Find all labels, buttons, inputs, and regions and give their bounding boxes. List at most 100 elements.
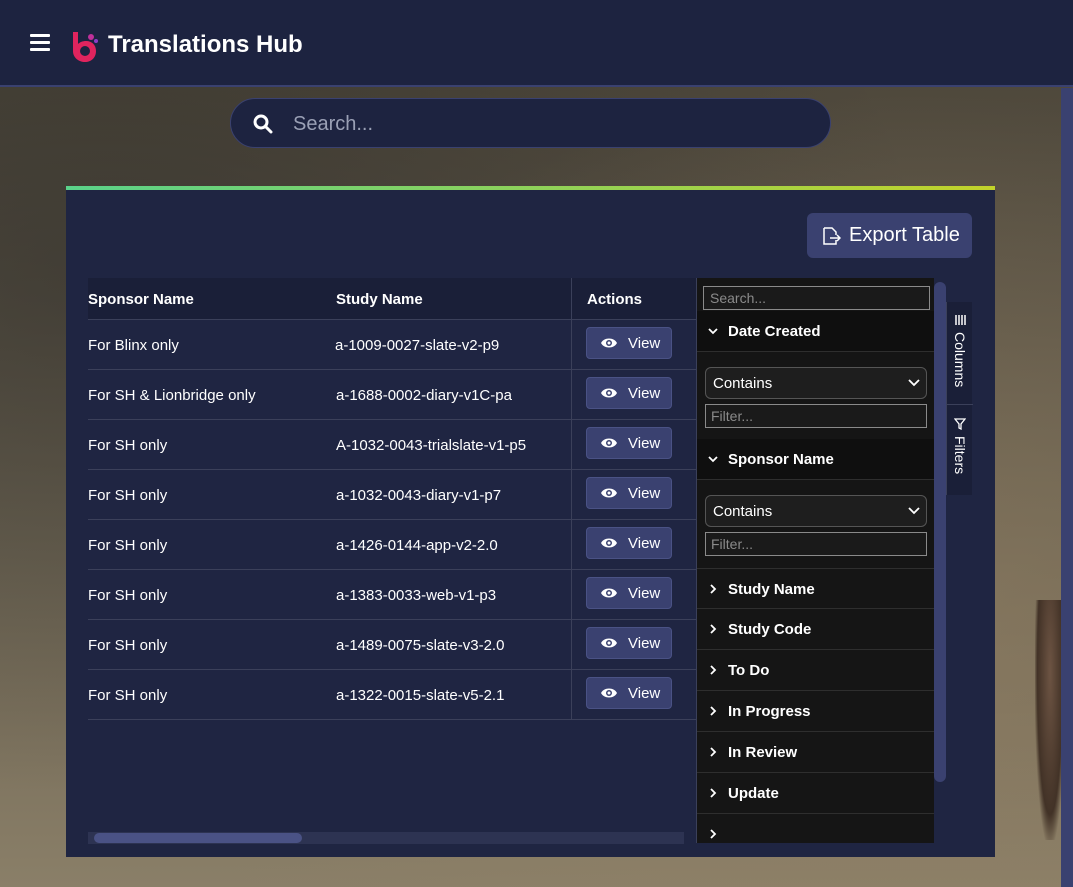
filter-group-update[interactable]: Update	[697, 773, 934, 814]
tab-filters[interactable]: Filters	[947, 418, 973, 474]
cell-study-name: a-1383-0033-web-v1-p3	[336, 587, 497, 604]
chevron-right-icon	[710, 788, 717, 798]
chevron-down-icon	[908, 379, 920, 387]
data-grid: Sponsor Name Study Name Actions For Blin…	[88, 278, 696, 843]
view-button[interactable]: View	[586, 577, 672, 609]
chevron-right-icon	[710, 665, 717, 675]
table-row[interactable]: For SH only A-1032-0043-trialslate-v1-p5…	[88, 420, 696, 470]
horizontal-scrollbar[interactable]	[88, 832, 684, 844]
table-row[interactable]: For SH only a-1032-0043-diary-v1-p7 View	[88, 470, 696, 520]
view-button[interactable]: View	[586, 677, 672, 709]
eye-icon	[601, 438, 617, 448]
filter-group-label: Study Code	[728, 621, 812, 638]
cell-sponsor-name: For SH & Lionbridge only	[88, 387, 256, 404]
grid-header: Sponsor Name Study Name Actions	[88, 278, 696, 320]
view-button[interactable]: View	[586, 377, 672, 409]
cell-study-name: a-1032-0043-diary-v1-p7	[336, 487, 502, 504]
cell-study-name: a-1489-0075-slate-v3-2.0	[336, 637, 505, 654]
chevron-right-icon	[710, 747, 717, 757]
chevron-right-icon	[710, 624, 717, 634]
filter-group-label: Date Created	[728, 323, 821, 340]
top-bar: Translations Hub	[0, 0, 1073, 87]
table-row[interactable]: For SH only a-1383-0033-web-v1-p3 View	[88, 570, 696, 620]
side-bar: Columns Filters	[946, 302, 973, 495]
header-actions[interactable]: Actions	[587, 291, 642, 308]
filter-group-label: Update	[728, 785, 779, 802]
view-label: View	[628, 684, 661, 702]
columns-icon	[955, 315, 966, 325]
cell-study-name: a-1688-0002-diary-v1C-pa	[336, 387, 512, 404]
eye-icon	[601, 538, 617, 548]
table-panel: Export Table Sponsor Name Study Name Act…	[66, 186, 995, 857]
view-label: View	[628, 434, 661, 452]
view-label: View	[628, 634, 661, 652]
filter-icon	[954, 418, 966, 430]
table-row[interactable]: For SH & Lionbridge only a-1688-0002-dia…	[88, 370, 696, 420]
view-label: View	[628, 484, 661, 502]
filter-group-date-created[interactable]: Date Created	[697, 311, 934, 352]
side-tab-divider	[947, 404, 973, 405]
view-button[interactable]: View	[586, 427, 672, 459]
hamburger-menu-icon[interactable]	[30, 34, 50, 52]
cell-sponsor-name: For SH only	[88, 687, 168, 704]
tab-columns-label: Columns	[952, 332, 968, 388]
page-scrollbar[interactable]	[1061, 88, 1073, 887]
global-search	[230, 98, 831, 148]
filter-group-to-do[interactable]: To Do	[697, 650, 934, 691]
view-button[interactable]: View	[586, 627, 672, 659]
chevron-down-icon	[708, 328, 718, 335]
header-sponsor-name[interactable]: Sponsor Name	[88, 291, 194, 308]
filter-group-study-code[interactable]: Study Code	[697, 609, 934, 650]
export-icon	[823, 226, 841, 245]
view-label: View	[628, 384, 661, 402]
logo-icon	[73, 32, 98, 62]
eye-icon	[601, 388, 617, 398]
eye-icon	[601, 688, 617, 698]
filter-group-sponsor-name[interactable]: Sponsor Name	[697, 439, 934, 480]
filter-panel-search-input[interactable]	[703, 286, 930, 310]
tab-columns[interactable]: Columns	[947, 314, 973, 387]
filter-group-label: Study Name	[728, 581, 815, 598]
filter-group-study-name[interactable]: Study Name	[697, 568, 934, 609]
cell-study-name: a-1009-0027-slate-v2-p9	[335, 337, 500, 354]
cell-sponsor-name: For SH only	[88, 437, 168, 454]
export-table-label: Export Table	[849, 224, 960, 246]
table-row[interactable]: For Blinx only a-1009-0027-slate-v2-p9 V…	[88, 320, 696, 370]
cell-study-name: a-1426-0144-app-v2-2.0	[336, 537, 498, 554]
date-created-operator-select[interactable]: Contains	[705, 367, 927, 399]
filter-group-label: Sponsor Name	[728, 451, 834, 468]
cell-sponsor-name: For SH only	[88, 587, 168, 604]
sponsor-name-filter-input[interactable]	[705, 532, 927, 556]
cell-sponsor-name: For SH only	[88, 487, 168, 504]
tool-panel-scrollbar[interactable]	[934, 282, 946, 782]
table-row[interactable]: For SH only a-1426-0144-app-v2-2.0 View	[88, 520, 696, 570]
search-input[interactable]	[293, 109, 813, 139]
filter-group-label: In Progress	[728, 703, 811, 720]
cell-sponsor-name: For Blinx only	[88, 337, 179, 354]
tab-filters-label: Filters	[952, 436, 968, 475]
cell-study-name: A-1032-0043-trialslate-v1-p5	[336, 437, 527, 454]
view-button[interactable]: View	[586, 477, 672, 509]
sponsor-name-operator-select[interactable]: Contains	[705, 495, 927, 527]
table-row[interactable]: For SH only a-1489-0075-slate-v3-2.0 Vie…	[88, 620, 696, 670]
search-icon	[253, 114, 273, 134]
filter-tool-panel: Date Created Contains Sponsor Name Conta…	[696, 278, 934, 843]
filter-group-in-review[interactable]: In Review	[697, 732, 934, 773]
filter-group-in-progress[interactable]: In Progress	[697, 691, 934, 732]
view-label: View	[628, 534, 661, 552]
date-created-filter-input[interactable]	[705, 404, 927, 428]
view-label: View	[628, 584, 661, 602]
chevron-right-icon	[710, 829, 717, 839]
table-row[interactable]: For SH only a-1322-0015-slate-v5-2.1 Vie…	[88, 670, 696, 720]
eye-icon	[601, 488, 617, 498]
cell-sponsor-name: For SH only	[88, 537, 168, 554]
cell-study-name: a-1322-0015-slate-v5-2.1	[336, 687, 505, 704]
header-study-name[interactable]: Study Name	[336, 291, 423, 308]
export-table-button[interactable]: Export Table	[807, 213, 972, 258]
chevron-right-icon	[710, 584, 717, 594]
view-button[interactable]: View	[586, 527, 672, 559]
view-button[interactable]: View	[586, 327, 672, 359]
horizontal-scrollbar-thumb[interactable]	[94, 833, 302, 843]
filter-group-partial[interactable]	[697, 814, 934, 843]
eye-icon	[601, 588, 617, 598]
